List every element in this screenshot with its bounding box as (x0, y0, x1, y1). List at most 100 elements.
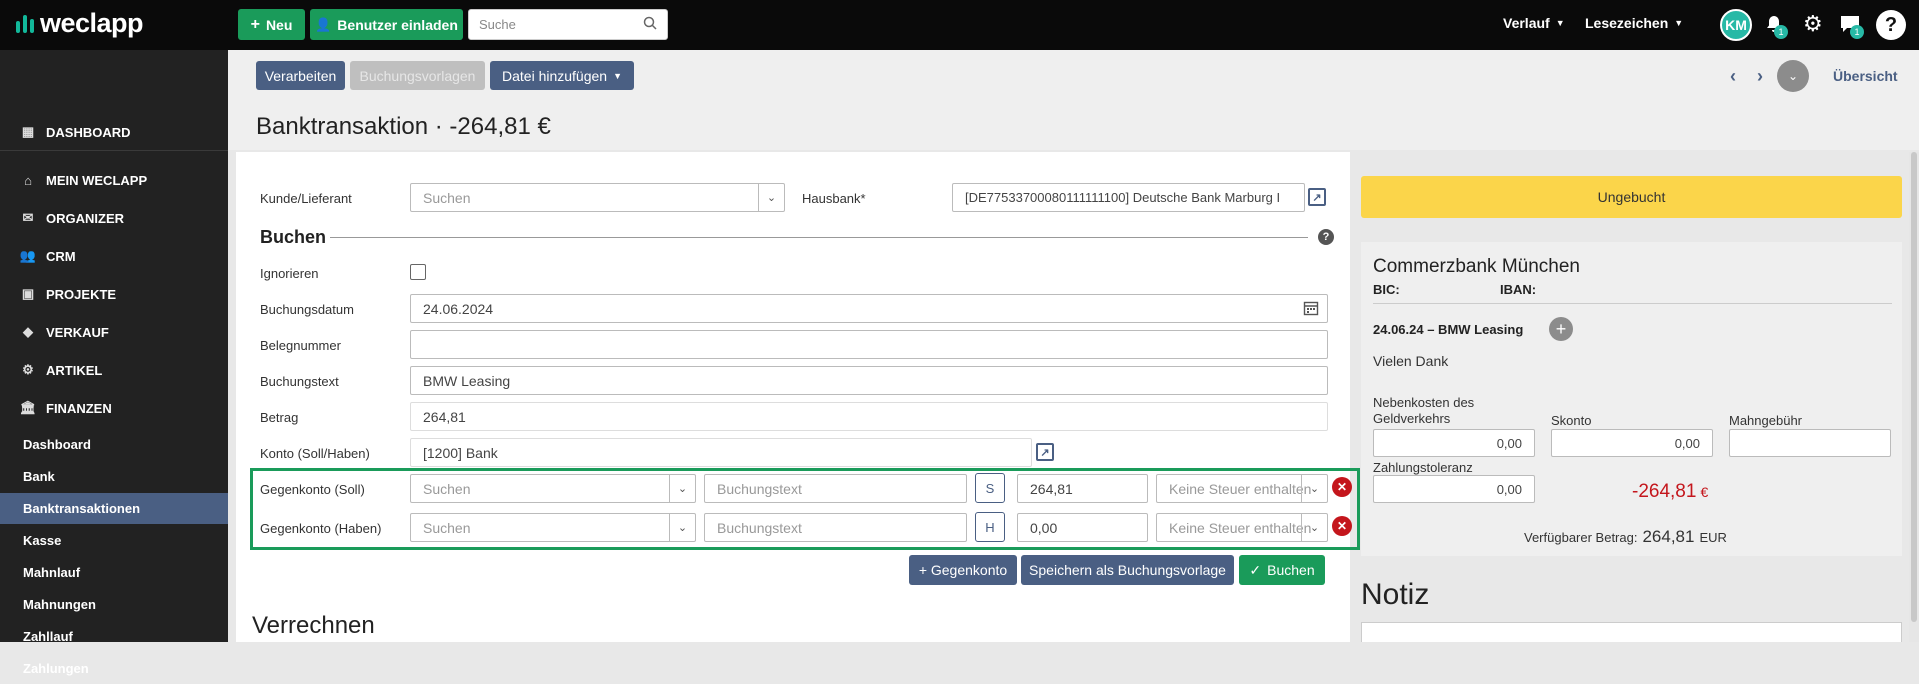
dunning-fee-input[interactable] (1729, 429, 1891, 457)
contra-credit-amount-input[interactable]: 0,00 (1017, 513, 1148, 542)
fees-label: Nebenkosten des Geldverkehrs (1373, 395, 1474, 427)
total-amount: -264,81 € (1632, 481, 1708, 503)
sidebar-subitem-mahnlauf[interactable]: Mahnlauf (0, 557, 228, 588)
save-as-template-button[interactable]: Speichern als Buchungsvorlage (1021, 555, 1234, 585)
contra-credit-label: Gegenkonto (Haben) (260, 521, 382, 536)
settings-gear-icon[interactable]: ⚙ (1803, 13, 1825, 35)
add-circle-icon[interactable]: + (1549, 317, 1573, 341)
process-button[interactable]: Verarbeiten (256, 61, 345, 90)
help-button[interactable]: ? (1876, 10, 1906, 40)
tax-placeholder: Keine Steuer enthalten (1169, 519, 1312, 536)
contra-credit-tax-select[interactable]: Keine Steuer enthalten ⌄ (1156, 513, 1328, 542)
sidebar-subitem-banktransaktionen[interactable]: Banktransaktionen (0, 493, 228, 524)
chevron-down-icon[interactable]: ⌄ (758, 184, 784, 211)
sidebar-subitem-bank[interactable]: Bank (0, 461, 228, 492)
payment-tolerance-label: Zahlungstoleranz (1373, 460, 1473, 475)
remove-contra-credit-icon[interactable]: ✕ (1332, 516, 1352, 536)
voucher-number-input[interactable] (410, 330, 1328, 359)
card-divider (1373, 303, 1892, 304)
notifications-button[interactable]: 1 (1764, 14, 1788, 39)
overview-link[interactable]: Übersicht (1833, 68, 1898, 84)
sidebar-subitem-mahnungen[interactable]: Mahnungen (0, 589, 228, 620)
booking-date-input[interactable]: 24.06.2024 (410, 294, 1328, 323)
contra-debit-amount-input[interactable]: 264,81 (1017, 474, 1148, 503)
payment-tolerance-input[interactable]: 0,00 (1373, 475, 1535, 503)
calendar-icon[interactable] (1303, 300, 1319, 319)
previous-arrow-icon[interactable]: ‹ (1730, 66, 1736, 87)
new-button[interactable]: + Neu (238, 9, 305, 40)
transaction-title: 24.06.24 – BMW Leasing (1373, 322, 1524, 337)
more-chevron-icon[interactable]: ⌄ (1777, 60, 1809, 92)
add-file-button[interactable]: Datei hinzufügen ▼ (490, 61, 634, 90)
debit-flag-button[interactable]: S (975, 473, 1005, 503)
contra-debit-text-input[interactable]: Buchungstext (704, 474, 967, 503)
sidebar-item-dashboard[interactable]: ▦ DASHBOARD (0, 114, 228, 150)
sidebar-subitem-kasse[interactable]: Kasse (0, 525, 228, 556)
credit-flag-button[interactable]: H (975, 512, 1005, 542)
remove-contra-debit-icon[interactable]: ✕ (1332, 477, 1352, 497)
sidebar-item-finanzen[interactable]: 🏛 FINANZEN (0, 390, 228, 426)
book-button[interactable]: ✓ Buchen (1239, 555, 1325, 585)
booking-date-label: Buchungsdatum (260, 302, 354, 317)
invite-user-button[interactable]: 👤 Benutzer einladen (310, 9, 463, 40)
help-icon[interactable]: ? (1318, 229, 1334, 245)
sidebar-item-label: FINANZEN (46, 400, 112, 416)
gear-icon: ⚙ (22, 362, 34, 377)
customer-search-input[interactable]: Suchen ⌄ (410, 183, 785, 212)
invite-user-label: Benutzer einladen (337, 16, 458, 33)
sidebar-item-crm[interactable]: 👥 CRM (0, 238, 228, 274)
mail-icon: ✉ (22, 210, 34, 225)
search-placeholder: Suche (479, 17, 516, 32)
amount-input: 264,81 (410, 402, 1328, 431)
booking-text-input[interactable]: BMW Leasing (410, 366, 1328, 395)
sidebar-item-artikel[interactable]: ⚙ ARTIKEL (0, 352, 228, 388)
sidebar-divider (0, 150, 228, 151)
sidebar-subitem-zahllauf[interactable]: Zahllauf (0, 621, 228, 652)
fees-label-line2: Geldverkehrs (1373, 411, 1451, 426)
available-amount: Verfügbarer Betrag: 264,81 EUR (1524, 527, 1727, 547)
scrollbar-track[interactable] (1909, 152, 1919, 642)
global-search-input[interactable]: Suche (468, 9, 668, 40)
logo-mark-icon (16, 14, 34, 33)
hausbank-input[interactable]: [DE77533700080111111100] Deutsche Bank M… (952, 183, 1305, 212)
sidebar-item-projekte[interactable]: ▣ PROJEKTE (0, 276, 228, 312)
sidebar-subitem-zahlungen[interactable]: Zahlungen (0, 653, 228, 684)
status-badge: Ungebucht (1361, 176, 1902, 218)
sidebar-item-mein-weclapp[interactable]: ⌂ MEIN WECLAPP (0, 162, 228, 198)
available-currency: EUR (1699, 530, 1727, 545)
external-link-icon[interactable]: ↗ (1036, 443, 1054, 461)
sidebar-item-organizer[interactable]: ✉ ORGANIZER (0, 200, 228, 236)
ignore-checkbox[interactable] (410, 264, 426, 280)
chevron-down-icon[interactable]: ⌄ (669, 475, 695, 502)
book-button-label: Buchen (1267, 562, 1315, 578)
chevron-down-icon[interactable]: ⌄ (1301, 514, 1327, 541)
home-icon: ⌂ (24, 172, 32, 188)
contra-debit-search-input[interactable]: Suchen ⌄ (410, 474, 696, 503)
history-menu[interactable]: Verlauf ▼ (1503, 15, 1565, 31)
bookmarks-label: Lesezeichen (1585, 15, 1669, 31)
logo[interactable]: weclapp (16, 8, 144, 39)
sidebar-subitem-dashboard[interactable]: Dashboard (0, 429, 228, 460)
iban-label: IBAN: (1500, 282, 1537, 297)
scrollbar-thumb[interactable] (1911, 152, 1917, 622)
chevron-down-icon[interactable]: ⌄ (1301, 475, 1327, 502)
voucher-number-label: Belegnummer (260, 338, 341, 353)
messages-button[interactable]: 1 (1839, 14, 1864, 39)
contra-credit-text-input[interactable]: Buchungstext (704, 513, 967, 542)
amount-label: Betrag (260, 410, 299, 425)
bookmarks-menu[interactable]: Lesezeichen ▼ (1585, 15, 1683, 31)
booking-date-value: 24.06.2024 (423, 300, 494, 317)
external-link-icon[interactable]: ↗ (1308, 188, 1326, 206)
avatar[interactable]: KM (1720, 9, 1752, 41)
chevron-down-icon[interactable]: ⌄ (669, 514, 695, 541)
contra-credit-placeholder: Suchen (423, 519, 471, 536)
contra-debit-tax-select[interactable]: Keine Steuer enthalten ⌄ (1156, 474, 1328, 503)
sidebar-item-verkauf[interactable]: ◆ VERKAUF (0, 314, 228, 350)
next-arrow-icon[interactable]: › (1757, 66, 1763, 87)
chevron-down-icon: ▼ (1555, 18, 1565, 28)
add-contra-account-button[interactable]: + Gegenkonto (909, 555, 1017, 585)
contra-credit-search-input[interactable]: Suchen ⌄ (410, 513, 696, 542)
discount-input[interactable]: 0,00 (1551, 429, 1713, 457)
note-textarea[interactable] (1361, 622, 1902, 642)
fees-input[interactable]: 0,00 (1373, 429, 1535, 457)
